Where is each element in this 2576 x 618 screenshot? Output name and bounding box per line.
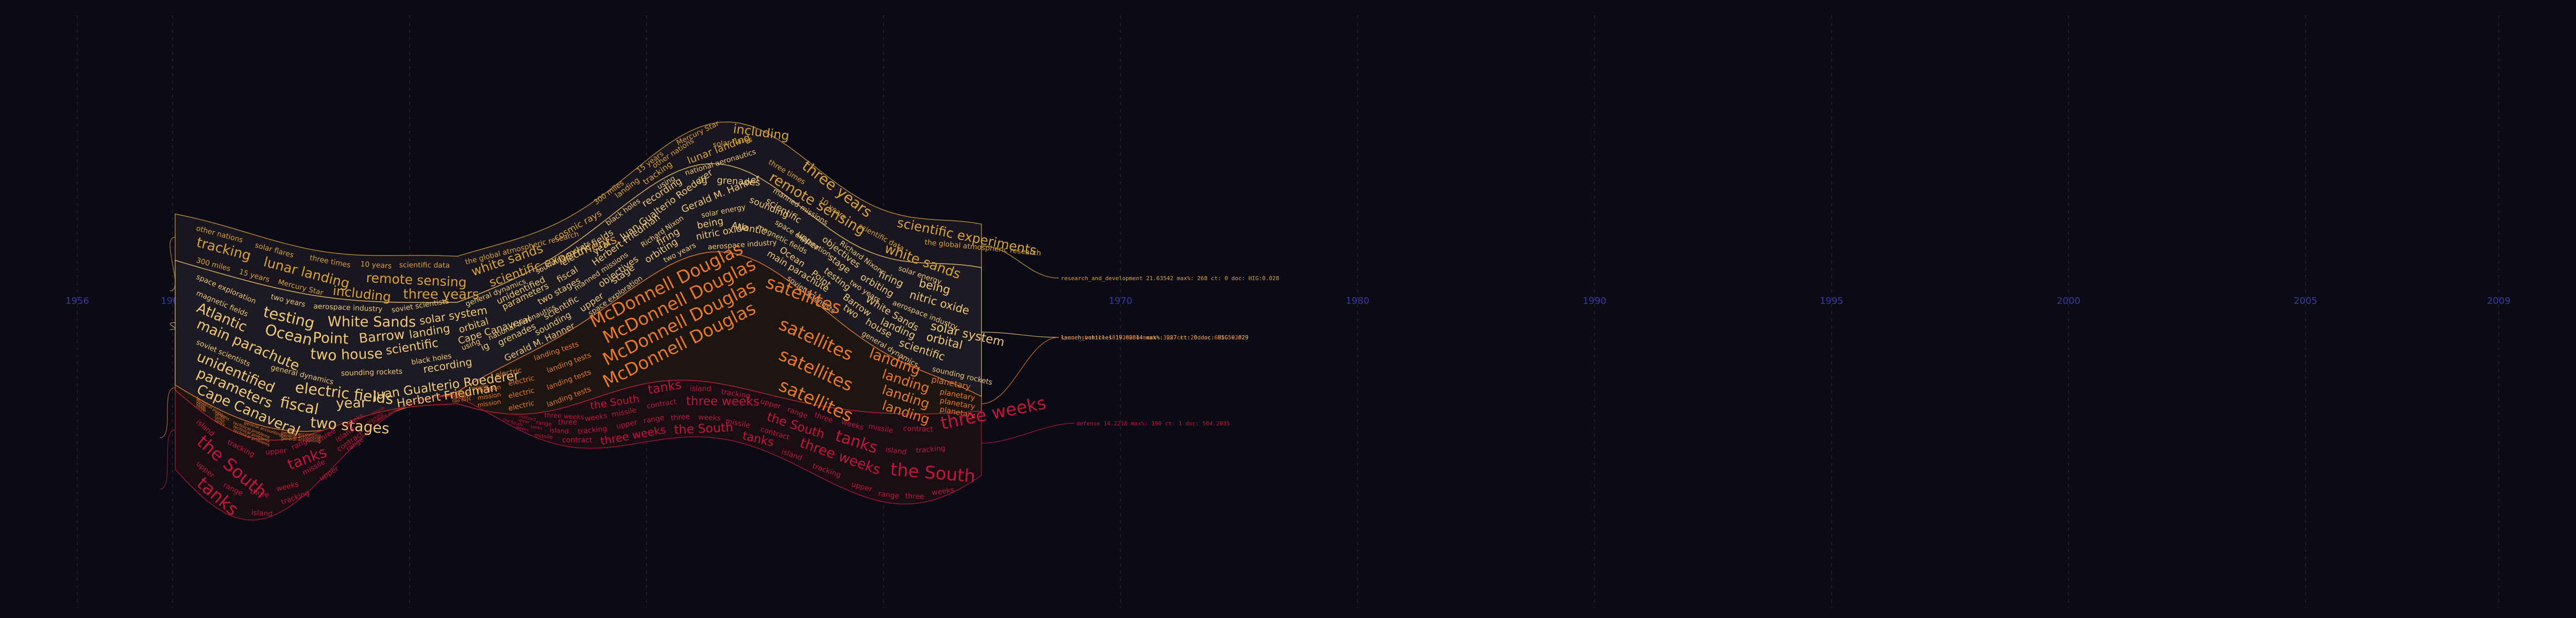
stream-word: house <box>341 346 383 363</box>
series-leader-line <box>981 337 1059 404</box>
stream-word: island <box>690 385 711 393</box>
stream-word: contract <box>903 424 934 434</box>
series-label: defense 14.2218 max%: 190 ct: 1 doc: 504… <box>1076 420 1230 427</box>
stream-word: island <box>549 426 569 435</box>
x-tick-label: 1995 <box>1820 296 1843 306</box>
series-entry-line <box>159 429 176 490</box>
stream-word: three <box>558 419 577 427</box>
stream-word: year <box>336 395 368 412</box>
stream-word: the South <box>674 420 734 437</box>
series-label: research_and_development 21.63542 max%: … <box>1061 275 1279 282</box>
streamgraph-chart: 1956 1960 1970 1980 1990 1995 2000 2005 2009 oth… <box>65 15 2511 608</box>
stream-word: contract <box>562 436 592 444</box>
stream-word: two <box>310 345 337 364</box>
stream-word: Point <box>313 329 349 348</box>
series-label: space_shuttle 18.730034 max%: 398 ct: 2 … <box>1061 334 1242 341</box>
stream-word: three <box>905 492 925 501</box>
stream-word: three <box>670 413 690 422</box>
x-tick-label: 1990 <box>1583 296 1606 306</box>
stream-word: island <box>251 509 273 518</box>
stream-word: scientific data <box>399 261 450 270</box>
series-leader-line <box>981 423 1075 444</box>
x-tick-label: 2009 <box>2487 296 2511 306</box>
x-tick-label: 1956 <box>65 296 89 306</box>
x-tick-label: 2000 <box>2057 296 2080 306</box>
stream-word: three weeks <box>686 394 760 409</box>
x-tick-label: 1970 <box>1109 296 1132 306</box>
x-tick-label: 1980 <box>1346 296 1369 306</box>
x-tick-label: 2005 <box>2294 296 2317 306</box>
